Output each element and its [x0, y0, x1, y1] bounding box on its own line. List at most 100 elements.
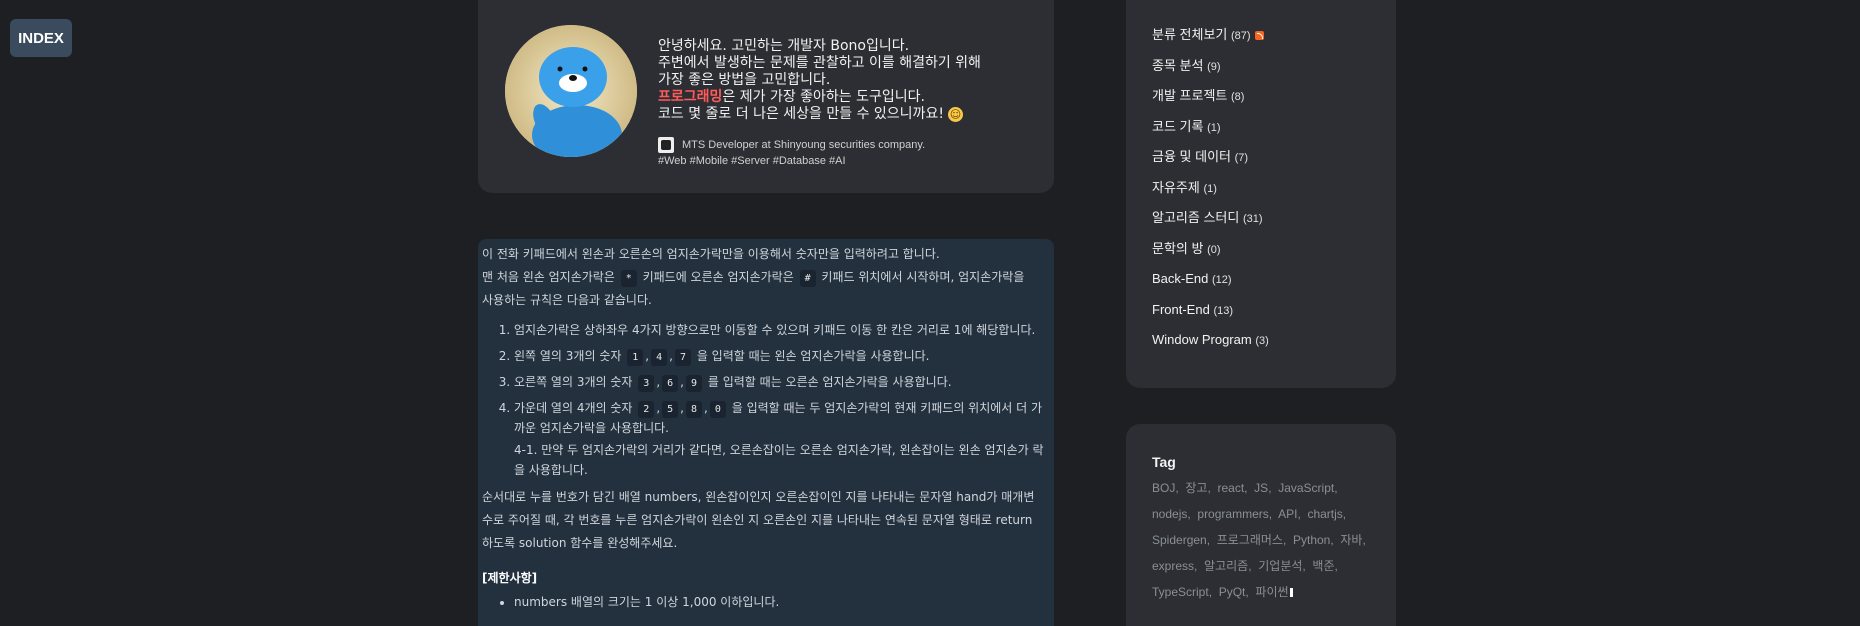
tag-link[interactable]: express: [1152, 559, 1194, 573]
tag-link[interactable]: programmers: [1197, 507, 1268, 521]
text-cursor: [1289, 588, 1293, 597]
category-count: (87): [1231, 30, 1251, 42]
inline-code: 9: [686, 375, 703, 392]
category-sidebar: 분류 전체보기 (87) 종목 분석 (9) 개발 프로젝트 (8) 코드 기록 (1…: [1126, 0, 1396, 388]
rule-subitem: 4-1. 만약 두 엄지손가락의 거리가 같다면, 오른손잡이는 오른손 엄지손…: [514, 440, 1050, 480]
description-text: 하도록 solution 함수를 완성해주세요.: [482, 536, 678, 550]
category-item[interactable]: 코드 기록 (1): [1152, 117, 1396, 148]
category-count: (13): [1213, 304, 1233, 317]
smile-emoji-icon: ☺: [947, 106, 963, 122]
tag-link[interactable]: Spidergen: [1152, 533, 1207, 547]
tag-link[interactable]: nodejs: [1152, 507, 1187, 521]
category-item[interactable]: 금융 및 데이터 (7): [1152, 147, 1396, 178]
seal-character-icon: [505, 25, 637, 157]
tag-link[interactable]: 백준: [1312, 559, 1334, 573]
rule-item: 가운데 열의 4개의 숫자 2,5,8,0 을 입력할 때는 두 엄지손가락의 …: [514, 398, 1050, 480]
category-name: 분류 전체보기: [1152, 27, 1228, 42]
inline-code: #: [799, 270, 816, 287]
tag-link[interactable]: JS: [1254, 481, 1268, 495]
constraints-title: [제한사항]: [482, 571, 538, 585]
constraints-list: numbers 배열의 크기는 1 이상 1,000 이하입니다.: [482, 592, 1050, 612]
description-text: 수로 주어질 때, 각 번호를 누른 엄지손가락이 왼손인 지 오른손인 지를 …: [482, 513, 1033, 527]
greeting-line: 코드 몇 줄로 더 나은 세상을 만들 수 있으니까요! ☺: [658, 106, 981, 123]
category-name: 코드 기록: [1152, 118, 1204, 134]
inline-code: 3: [638, 375, 655, 392]
category-count: (7): [1234, 152, 1249, 164]
category-item[interactable]: 종목 분석 (9): [1152, 56, 1396, 87]
text: 을 입력할 때는 두 엄지손가락의 현재 키패드의 위치에서 더: [731, 401, 1028, 415]
inline-code: 6: [662, 375, 679, 392]
tag-link[interactable]: 자바: [1340, 533, 1362, 547]
rule-item: 엄지손가락은 상하좌우 4가지 방향으로만 이동할 수 있으며 키패드 이동 한…: [514, 320, 1050, 340]
category-name: 자유주제: [1152, 179, 1200, 195]
category-name: 문학의 방: [1152, 240, 1204, 256]
text: 왼쪽 열의 3개의 숫자: [514, 349, 622, 363]
tag-link[interactable]: chartjs: [1307, 507, 1342, 521]
inline-code: 7: [674, 349, 691, 366]
category-name: 금융 및 데이터: [1152, 149, 1231, 164]
category-count: (31): [1242, 213, 1263, 225]
category-name: Front-End: [1152, 301, 1210, 317]
tag-link[interactable]: JavaScript: [1278, 481, 1334, 495]
tag-link[interactable]: react: [1217, 481, 1244, 495]
text: 오른쪽 열의 3개의 숫자: [514, 375, 633, 389]
category-name: 종목 분석: [1152, 57, 1204, 73]
tag-title: Tag: [1152, 454, 1176, 470]
category-item[interactable]: 분류 전체보기 (87): [1152, 25, 1396, 56]
category-count: (1): [1203, 182, 1217, 195]
greeting-text: 은 제가 가장 좋아하는 도구입니다.: [722, 89, 925, 105]
category-name: Window Program: [1152, 332, 1252, 347]
tag-link[interactable]: 프로그래머스: [1217, 533, 1283, 547]
index-button[interactable]: INDEX: [10, 19, 72, 57]
greeting-line: 주변에서 발생하는 문제를 관찰하고 이를 해결하기 위해: [658, 55, 981, 71]
text: 키패드에 오른손 엄지손가락은: [642, 270, 794, 284]
category-item[interactable]: 자유주제 (1): [1152, 178, 1396, 209]
category-item[interactable]: 알고리즘 스터디 (31): [1152, 208, 1396, 239]
text: 를 입력할 때는 오른손 엄지손가락을 사용합니다.: [707, 375, 952, 389]
tag-link[interactable]: 장고: [1185, 481, 1207, 495]
inline-code: 0: [709, 401, 726, 418]
tag-link[interactable]: BOJ: [1152, 481, 1175, 495]
category-count: (8): [1231, 91, 1245, 103]
category-item[interactable]: Window Program (3): [1152, 330, 1396, 361]
intro-text: 사용하는 규칙은 다음과 같습니다.: [482, 293, 652, 307]
text: 키패드 위치에서 시작하며, 엄지손가락을: [821, 270, 1025, 284]
inline-code: 1: [627, 349, 644, 366]
tag-link[interactable]: 기업분석: [1258, 559, 1302, 573]
inline-code: 5: [662, 401, 679, 418]
greeting-text: 코드 몇 줄로 더 나은 세상을 만들 수 있으니까요!: [658, 106, 944, 122]
job-text: MTS Developer at Shinyoung securities co…: [682, 139, 926, 151]
category-count: (3): [1255, 335, 1269, 347]
category-name: 개발 프로젝트: [1152, 88, 1228, 103]
text: 가운데 열의 4개의 숫자: [514, 401, 633, 415]
category-count: (12): [1212, 274, 1232, 286]
text: 맨 처음 왼손 엄지손가락은: [482, 270, 615, 284]
category-count: (1): [1207, 121, 1221, 134]
rss-icon[interactable]: [1254, 31, 1264, 41]
description-text: 순서대로 누를 번호가 담긴 배열 numbers, 왼손잡이인지 오른손잡이인…: [482, 490, 1035, 504]
category-item[interactable]: 문학의 방 (0): [1152, 239, 1396, 270]
category-item[interactable]: 개발 프로젝트 (8): [1152, 86, 1396, 117]
inline-code: *: [620, 270, 637, 287]
inline-code: 2: [638, 401, 655, 418]
text: 4-1. 만약 두 엄지손가락의 거리가 같다면, 오른손잡이는 오른손 엄지손…: [514, 443, 1029, 457]
category-item[interactable]: Front-End (13): [1152, 300, 1396, 331]
tag-link[interactable]: PyQt: [1219, 585, 1246, 599]
job-line: MTS Developer at Shinyoung securities co…: [658, 137, 925, 153]
category-list: 분류 전체보기 (87) 종목 분석 (9) 개발 프로젝트 (8) 코드 기록 (1…: [1126, 0, 1396, 361]
tag-link[interactable]: 알고리즘: [1204, 559, 1248, 573]
greeting-line: 가장 좋은 방법을 고민합니다.: [658, 72, 831, 88]
tag-link[interactable]: API: [1278, 507, 1297, 521]
company-icon: [658, 137, 674, 153]
category-count: (9): [1207, 60, 1221, 73]
tag-link[interactable]: TypeScript: [1152, 585, 1209, 599]
highlight-word: 프로그래밍: [658, 89, 723, 105]
category-name: Back-End: [1152, 271, 1209, 286]
tag-link[interactable]: Python: [1293, 533, 1330, 547]
post-content: 이 전화 키패드에서 왼손과 오른손의 엄지손가락만을 이용해서 숫자만을 입력…: [478, 239, 1054, 626]
tag-link[interactable]: 파이썬: [1255, 585, 1288, 599]
text: 을 입력할 때는 왼손 엄지손가락을 사용합니다.: [696, 349, 930, 363]
greeting-line: 안녕하세요. 고민하는 개발자 Bono입니다.: [658, 38, 910, 54]
category-item[interactable]: Back-End (12): [1152, 269, 1396, 300]
tag-sidebar: Tag BOJ, 장고, react, JS, JavaScript, node…: [1126, 424, 1396, 626]
